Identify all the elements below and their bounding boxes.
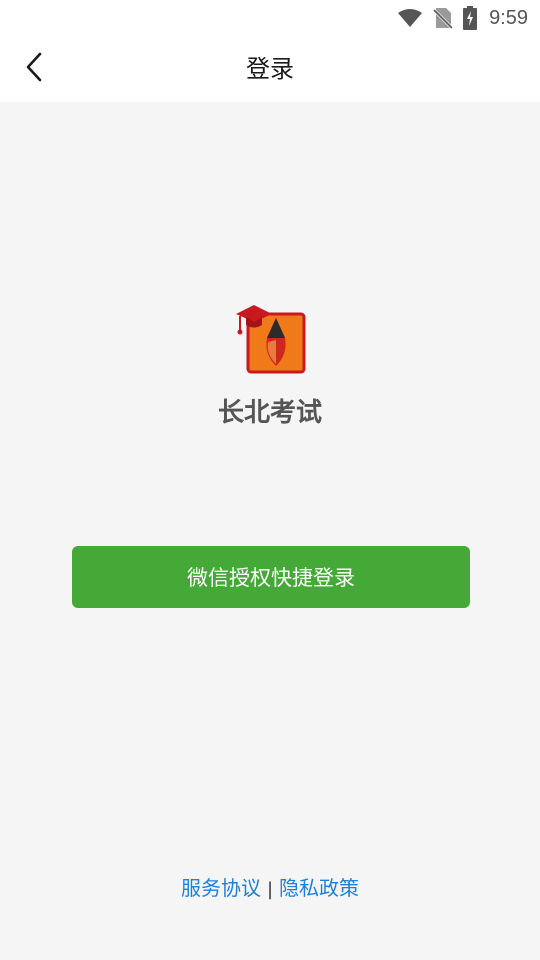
terms-of-service-link[interactable]: 服务协议	[181, 876, 261, 900]
battery-charging-icon	[463, 6, 478, 30]
link-separator: |	[266, 879, 274, 900]
app-header: 登录	[0, 36, 540, 102]
back-button[interactable]	[10, 45, 58, 93]
chevron-left-icon	[23, 51, 45, 87]
status-bar: 9:59	[0, 0, 540, 36]
app-name: 长北考试	[217, 398, 322, 428]
main-content: 长北考试 微信授权快捷登录 服务协议 | 隐私政策	[0, 102, 540, 960]
no-sim-icon	[433, 7, 454, 29]
privacy-policy-link[interactable]: 隐私政策	[279, 876, 359, 900]
status-time: 9:59	[489, 6, 528, 29]
wechat-login-button[interactable]: 微信授权快捷登录	[72, 546, 470, 608]
wifi-icon	[397, 8, 423, 28]
page-title: 登录	[246, 55, 294, 83]
footer-links: 服务协议 | 隐私政策	[0, 872, 540, 901]
graduation-cap-pencil-icon	[232, 305, 308, 380]
app-logo	[232, 302, 308, 376]
